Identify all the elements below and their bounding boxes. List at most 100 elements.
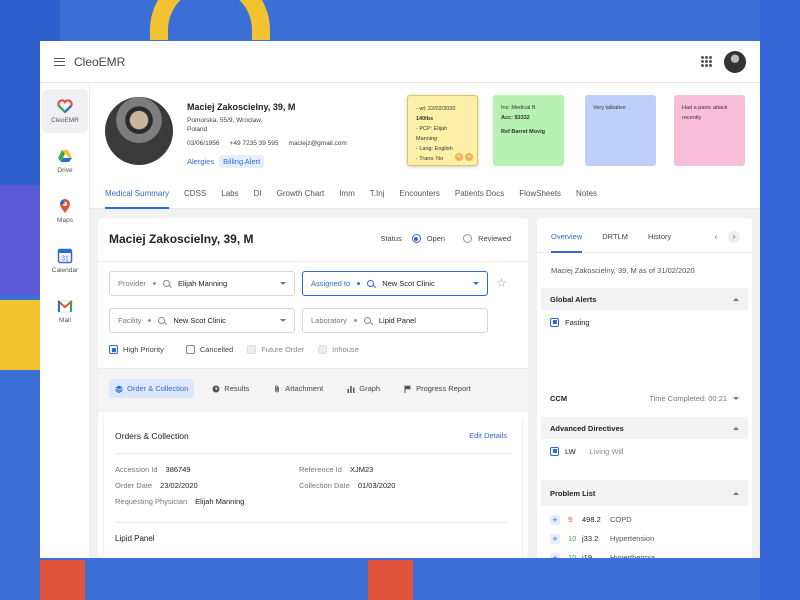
sticky-note-yellow[interactable]: - wt: 22/02/2020 140lbs - PCP: Elijah Ma…: [407, 95, 478, 166]
ccm-row[interactable]: CCM Time Completed: 00:21: [541, 385, 748, 411]
problem-list-header[interactable]: Problem List: [541, 480, 748, 506]
tab-cdss[interactable]: CDSS: [184, 183, 206, 209]
problem-row[interactable]: +10 j33.2 Hypertension: [541, 529, 748, 548]
provider-select[interactable]: Provider Elijah Manning: [109, 271, 295, 296]
tab-t-inj[interactable]: T.Inj: [370, 183, 385, 209]
rail-item-drive[interactable]: Drive: [42, 139, 88, 183]
sticky-note-pink[interactable]: Had a panic attack recently: [674, 95, 745, 166]
chevron-left-icon[interactable]: ‹: [710, 231, 722, 243]
tab-encounters[interactable]: Encounters: [399, 183, 439, 209]
problem-code: 498.2: [582, 515, 601, 524]
directive-name: Living Will: [589, 446, 624, 456]
facility-select[interactable]: Facility New Scot Clinic: [109, 308, 295, 333]
order-date-value: 23/02/2020: [160, 481, 198, 490]
apps-grid-icon[interactable]: [701, 56, 712, 67]
sticky-note-blue[interactable]: Very talkative: [585, 95, 656, 166]
user-avatar[interactable]: [724, 50, 746, 73]
tab-notes[interactable]: Notes: [576, 183, 597, 209]
chevron-down-icon: [733, 396, 739, 400]
tab-arrows: ‹ ›: [710, 231, 740, 243]
ccm-label: CCM: [550, 393, 568, 403]
collection-date-row: Collection Date 01/03/2020: [299, 481, 395, 490]
assigned-to-select[interactable]: Assigned to New Scot Clinic: [302, 271, 488, 296]
tab-growth-chart[interactable]: Growth Chart: [277, 183, 325, 209]
patient-dob: 03/06/1956: [187, 140, 220, 147]
search-icon: [162, 280, 170, 287]
tab-overview[interactable]: Overview: [551, 218, 583, 253]
tab-labs[interactable]: Labs: [221, 183, 238, 209]
expand-plus-icon[interactable]: +: [550, 533, 560, 544]
order-date-row: Order Date 23/02/2020: [115, 481, 198, 490]
close-icon[interactable]: ✕: [465, 153, 473, 161]
subtab-order-collection[interactable]: Order & Collection: [109, 379, 195, 398]
problem-name: Hyperthermia: [610, 553, 656, 558]
checkbox-icon[interactable]: [550, 317, 559, 327]
cancelled-checkbox[interactable]: Cancelled: [185, 345, 233, 354]
tab-patients-docs[interactable]: Patients Docs: [455, 183, 504, 209]
accession-value: 386749: [165, 465, 191, 474]
checkbox-icon[interactable]: [550, 446, 559, 456]
advanced-directives-header[interactable]: Advanced Directives: [541, 417, 748, 439]
calendar-day: 31: [61, 256, 69, 263]
future-order-checkbox[interactable]: Future Order: [247, 345, 304, 354]
problem-code: j33.2: [582, 534, 599, 543]
laboratory-select[interactable]: Laboratory Lipid Panel: [302, 308, 488, 333]
tab-di[interactable]: DI: [254, 183, 262, 209]
directive-row: LW Living Will: [541, 439, 748, 463]
collection-date-value: 01/03/2020: [357, 481, 396, 490]
menu-icon[interactable]: [54, 57, 65, 66]
expand-plus-icon[interactable]: +: [550, 514, 560, 525]
tab-medical-summary[interactable]: Medical Summary: [105, 183, 170, 209]
rail-item-mail[interactable]: Mail: [42, 289, 88, 333]
tab-imm[interactable]: Imm: [339, 183, 355, 209]
physician-row: Requesting Physician Elijah Manning: [115, 497, 244, 506]
status-open-radio[interactable]: [411, 234, 421, 243]
backdrop-shape: [368, 560, 413, 600]
order-panel: Maciej Zakoscielny, 39, M Status Open Re…: [98, 218, 528, 558]
status-label: Status: [380, 234, 402, 243]
global-alerts-header[interactable]: Global Alerts: [541, 288, 748, 310]
rail-item-calendar[interactable]: 31 Calendar: [42, 239, 88, 283]
assigned-label: Assigned to: [311, 279, 351, 288]
alert-row: Fasting: [541, 310, 748, 334]
chevron-right-icon[interactable]: ›: [728, 231, 740, 243]
problem-name: COPD: [610, 515, 632, 524]
inhouse-checkbox[interactable]: Inhouse: [318, 345, 359, 354]
tag-allergies[interactable]: Alergies: [187, 155, 214, 168]
divider: [115, 522, 507, 523]
high-priority-checkbox[interactable]: High Priority: [109, 345, 164, 354]
subtab-graph[interactable]: Graph: [341, 379, 386, 398]
note-line: - PCP: Elijah Manning: [416, 126, 448, 142]
lipid-panel-heading: Lipid Panel: [115, 534, 155, 543]
maps-pin-icon: [60, 199, 70, 213]
subtab-results[interactable]: Results: [206, 379, 255, 398]
checkbox-label: High Priority: [123, 345, 164, 354]
subtab-progress-report[interactable]: Progress Report: [398, 379, 477, 398]
note-line: Had a panic attack recently: [682, 105, 728, 121]
edit-icon[interactable]: ✎: [455, 153, 463, 161]
problem-count: 10: [568, 553, 577, 558]
rail-label: Drive: [57, 167, 73, 174]
app-window: CleoEMR CleoEMR Drive Maps 31 Calendar M…: [40, 41, 760, 558]
tag-billing-alert[interactable]: Billing Alert: [219, 155, 265, 168]
order-flags: High Priority Cancelled Future Order Inh…: [109, 345, 359, 354]
expand-plus-icon[interactable]: +: [550, 552, 560, 558]
tab-drtlm[interactable]: DRTLM: [602, 218, 628, 253]
backdrop-shape: [0, 300, 45, 370]
tab-flowsheets[interactable]: FlowSheets: [519, 183, 561, 209]
sticky-note-green[interactable]: Ins: Medical B Acc: $3332 Ref Barret Mov…: [493, 95, 564, 166]
field-label: Requesting Physician: [115, 497, 188, 506]
favorite-star-icon[interactable]: ☆: [496, 276, 507, 290]
status-reviewed-radio[interactable]: [463, 234, 473, 243]
rail-item-maps[interactable]: Maps: [42, 189, 88, 233]
subtab-attachment[interactable]: Attachment: [267, 379, 329, 398]
rail-item-cleoemr[interactable]: CleoEMR: [42, 89, 88, 133]
edit-details-link[interactable]: Edit Details: [469, 431, 507, 440]
problem-row[interactable]: +10 i19 Hyperthermia: [541, 548, 748, 558]
main-tabs: Medical Summary CDSS Labs DI Growth Char…: [90, 183, 760, 209]
problem-row[interactable]: +9 498.2 COPD: [541, 510, 748, 529]
mail-icon: [57, 300, 73, 313]
status-group: Status Open Reviewed: [380, 234, 511, 243]
calendar-icon: 31: [57, 248, 73, 264]
tab-history[interactable]: History: [648, 218, 671, 253]
